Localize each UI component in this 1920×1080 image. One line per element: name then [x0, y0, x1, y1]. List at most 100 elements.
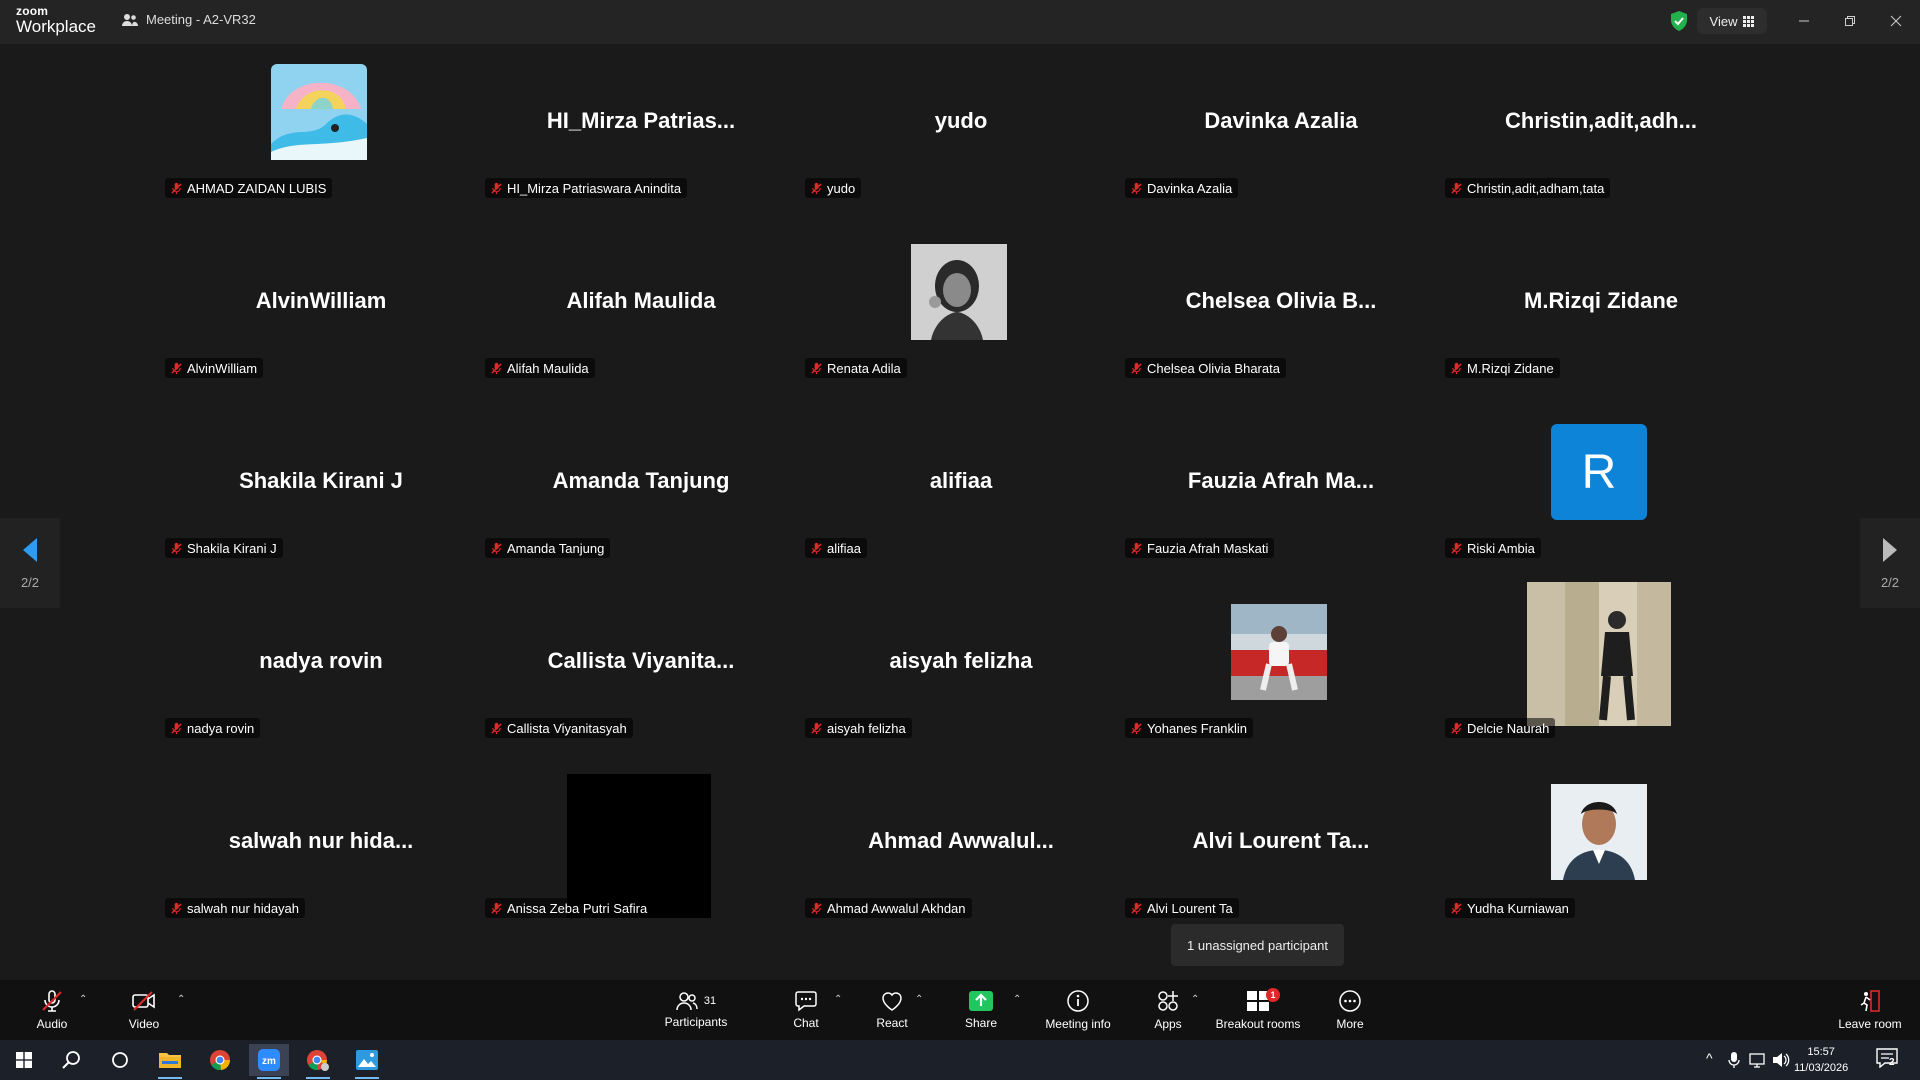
participant-tile[interactable]: Fauzia Afrah Ma... Fauzia Afrah Maskati	[1123, 404, 1439, 574]
restore-icon	[1845, 16, 1855, 26]
participant-tile[interactable]: Renata Adila	[803, 224, 1119, 394]
more-icon	[1339, 990, 1361, 1012]
microphone-muted-icon	[491, 722, 502, 734]
participant-tile[interactable]: Christin,adit,adh... Christin,adit,adham,…	[1443, 44, 1759, 214]
participant-tile[interactable]: Alifah Maulida Alifah Maulida	[483, 224, 799, 394]
photos-app-icon	[356, 1050, 378, 1070]
participant-display-name: Christin,adit,adh...	[1505, 108, 1697, 133]
notification-count: 2	[1889, 1057, 1895, 1068]
participant-name-text: Chelsea Olivia Bharata	[1147, 360, 1280, 376]
participant-tile[interactable]: Chelsea Olivia B... Chelsea Olivia Bharat…	[1123, 224, 1439, 394]
action-center-button[interactable]: 2	[1876, 1048, 1902, 1072]
audio-options-caret-icon[interactable]: ⌃	[79, 994, 87, 1005]
participant-tile[interactable]: HI_Mirza Patrias... HI_Mirza Patriaswara …	[483, 44, 799, 214]
network-icon[interactable]	[1749, 1052, 1767, 1068]
participant-tile[interactable]: Ahmad Awwalul... Ahmad Awwalul Akhdan	[803, 764, 1119, 934]
restore-button[interactable]	[1836, 9, 1864, 33]
participant-tile[interactable]: alifiaa alifiaa	[803, 404, 1119, 574]
taskbar-search-button[interactable]	[52, 1044, 92, 1076]
letter-avatar: R	[1551, 424, 1647, 520]
taskbar-photos[interactable]	[347, 1044, 387, 1079]
meeting-toolbar: Audio ⌃ Video ⌃ 31 Participants Chat ⌃ R…	[0, 980, 1920, 1040]
participants-button[interactable]: 31 Participants	[658, 980, 734, 1040]
participant-display-name: HI_Mirza Patrias...	[546, 108, 736, 133]
share-button[interactable]: Share	[961, 980, 1001, 1040]
view-button[interactable]: View	[1697, 8, 1767, 34]
participant-tile[interactable]: M.Rizqi Zidane M.Rizqi Zidane	[1443, 224, 1759, 394]
previous-page-button[interactable]: 2/2	[0, 518, 60, 608]
microphone-muted-icon	[171, 902, 182, 914]
audio-button[interactable]: Audio	[28, 980, 76, 1040]
participant-tile[interactable]: Yohanes Franklin	[1123, 584, 1439, 754]
microphone-muted-icon	[1451, 542, 1462, 554]
microphone-muted-icon	[171, 542, 182, 554]
participant-display-name: alifiaa	[929, 468, 993, 493]
taskbar-chrome[interactable]	[200, 1044, 240, 1076]
audio-label: Audio	[36, 1017, 68, 1031]
participant-name-label: Shakila Kirani J	[165, 538, 283, 558]
participant-tile[interactable]: AlvinWilliam AlvinWilliam	[163, 224, 479, 394]
participants-label: Participants	[664, 1015, 728, 1029]
close-button[interactable]	[1882, 9, 1910, 33]
microphone-muted-icon	[491, 362, 502, 374]
participant-tile[interactable]: Yudha Kurniawan	[1443, 764, 1759, 934]
participant-name-label: Fauzia Afrah Maskati	[1125, 538, 1275, 558]
taskbar-chrome-profile[interactable]	[298, 1044, 338, 1079]
participant-tile[interactable]: Delcie Naurah	[1443, 582, 1759, 754]
participant-tile[interactable]: R Riski Ambia	[1443, 404, 1759, 574]
participant-name-label: AHMAD ZAIDAN LUBIS	[165, 178, 333, 198]
participant-name-label: Alifah Maulida	[485, 358, 595, 378]
breakout-rooms-button[interactable]: Breakout rooms	[1212, 980, 1304, 1040]
portrait-photo-image	[911, 244, 1007, 340]
tray-microphone-icon[interactable]	[1728, 1052, 1740, 1068]
tray-expand-icon[interactable]: ^	[1706, 1050, 1713, 1066]
video-button[interactable]: Video	[120, 980, 168, 1040]
start-button[interactable]	[4, 1044, 44, 1076]
meeting-title: Meeting - A2-VR32	[122, 12, 256, 27]
chat-options-caret-icon[interactable]: ⌃	[834, 994, 842, 1005]
participant-tile[interactable]: salwah nur hida... salwah nur hidayah	[163, 764, 479, 934]
participant-tile[interactable]: aisyah felizha aisyah felizha	[803, 584, 1119, 754]
video-options-caret-icon[interactable]: ⌃	[177, 994, 185, 1005]
participant-name-text: Christin,adit,adham,tata	[1467, 180, 1605, 196]
apps-options-caret-icon[interactable]: ⌃	[1191, 994, 1199, 1005]
minimize-icon	[1799, 20, 1809, 22]
participant-tile[interactable]: yudo yudo	[803, 44, 1119, 214]
participant-display-name: AlvinWilliam	[255, 288, 387, 313]
taskbar-clock[interactable]: 15:57 11/03/2026	[1794, 1044, 1848, 1076]
share-options-caret-icon[interactable]: ⌃	[1013, 994, 1021, 1005]
microphone-muted-icon	[171, 362, 182, 374]
participant-tile[interactable]: Shakila Kirani J Shakila Kirani J	[163, 404, 479, 574]
participant-name-text: yudo	[827, 180, 856, 196]
participant-display-name: Davinka Azalia	[1204, 108, 1358, 133]
participant-tile[interactable]: Anissa Zeba Putri Safira	[483, 764, 799, 934]
apps-button[interactable]: Apps	[1148, 980, 1188, 1040]
leave-room-button[interactable]: Leave room	[1838, 980, 1902, 1040]
participant-name-label: aisyah felizha	[805, 718, 912, 738]
participant-tile[interactable]: Davinka Azalia Davinka Azalia	[1123, 44, 1439, 214]
next-page-button[interactable]: 2/2	[1860, 518, 1920, 608]
minimize-button[interactable]	[1790, 9, 1818, 33]
participant-name-label: Christin,adit,adham,tata	[1445, 178, 1611, 198]
chat-button[interactable]: Chat	[786, 980, 826, 1040]
participant-tile[interactable]: AHMAD ZAIDAN LUBIS	[163, 44, 479, 214]
encryption-shield-icon[interactable]	[1667, 9, 1691, 33]
react-button[interactable]: React	[872, 980, 912, 1040]
participant-name-label: M.Rizqi Zidane	[1445, 358, 1560, 378]
participant-tile[interactable]: Alvi Lourent Ta... Alvi Lourent Ta	[1123, 764, 1439, 934]
react-options-caret-icon[interactable]: ⌃	[915, 994, 923, 1005]
meeting-info-button[interactable]: Meeting info	[1042, 980, 1114, 1040]
participant-tile[interactable]: Amanda Tanjung Amanda Tanjung	[483, 404, 799, 574]
participant-name-text: Amanda Tanjung	[507, 540, 605, 556]
logo-brand-bottom: Workplace	[16, 17, 96, 36]
volume-icon[interactable]	[1772, 1052, 1790, 1068]
task-view-button[interactable]	[100, 1044, 140, 1076]
taskbar-zoom[interactable]: zm	[249, 1044, 289, 1079]
participant-tile[interactable]: Callista Viyanita... Callista Viyanitasya…	[483, 584, 799, 754]
more-button[interactable]: More	[1330, 980, 1370, 1040]
participant-display-name: salwah nur hida...	[228, 828, 414, 853]
leave-room-icon	[1860, 990, 1880, 1012]
participant-name-text: Yudha Kurniawan	[1467, 900, 1569, 916]
taskbar-file-explorer[interactable]	[150, 1044, 190, 1079]
participant-tile[interactable]: nadya rovin nadya rovin	[163, 584, 479, 754]
